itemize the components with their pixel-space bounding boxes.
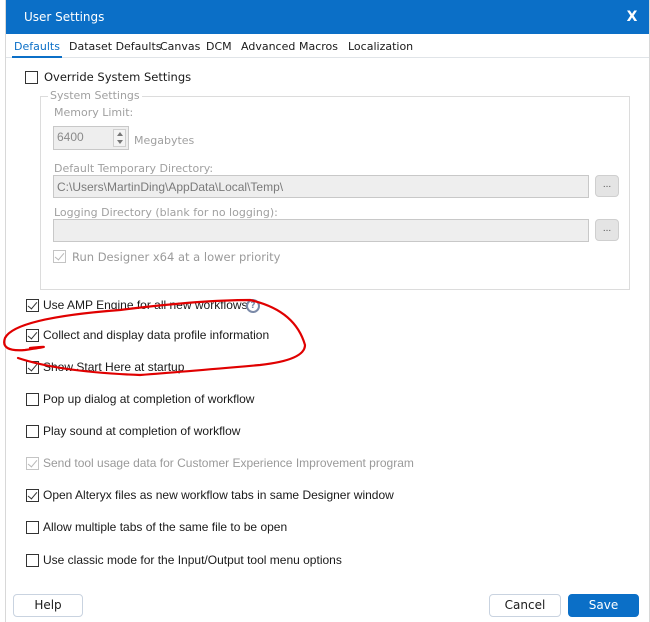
open-as-tabs-checkbox[interactable] — [26, 489, 39, 502]
tab-defaults[interactable]: Defaults — [12, 40, 62, 58]
memory-limit-spinner[interactable]: 6400 — [53, 126, 129, 150]
tab-macros[interactable]: Macros — [299, 40, 338, 53]
override-system-settings-checkbox[interactable] — [25, 71, 38, 84]
temp-dir-value: C:\Users\MartinDing\AppData\Local\Temp\ — [57, 180, 284, 194]
save-button[interactable]: Save — [568, 594, 639, 617]
temp-dir-label: Default Temporary Directory: — [54, 162, 214, 175]
logging-dir-label: Logging Directory (blank for no logging)… — [54, 206, 278, 219]
tab-dataset-defaults[interactable]: Dataset Defaults — [69, 40, 162, 53]
lower-priority-checkbox[interactable] — [53, 250, 66, 263]
classic-mode-checkbox[interactable] — [26, 554, 39, 567]
memory-limit-value: 6400 — [57, 130, 84, 144]
play-sound-checkbox[interactable] — [26, 425, 39, 438]
amp-engine-checkbox[interactable] — [26, 299, 39, 312]
spinner-buttons[interactable] — [113, 129, 126, 147]
popup-dialog-label: Pop up dialog at completion of workflow — [43, 392, 255, 406]
cancel-button[interactable]: Cancel — [489, 594, 561, 617]
data-profile-label: Collect and display data profile informa… — [43, 328, 270, 342]
help-question-icon[interactable]: ? — [246, 299, 260, 313]
tab-canvas[interactable]: Canvas — [160, 40, 200, 53]
open-as-tabs-label: Open Alteryx files as new workflow tabs … — [43, 488, 394, 502]
play-sound-label: Play sound at completion of workflow — [43, 424, 241, 438]
dialog-title: User Settings — [24, 10, 105, 24]
override-system-settings-label: Override System Settings — [44, 70, 192, 84]
multiple-tabs-checkbox[interactable] — [26, 521, 39, 534]
memory-unit-label: Megabytes — [134, 134, 195, 147]
popup-dialog-checkbox[interactable] — [26, 393, 39, 406]
tab-localization[interactable]: Localization — [348, 40, 413, 53]
lower-priority-label: Run Designer x64 at a lower priority — [72, 250, 281, 264]
classic-mode-label: Use classic mode for the Input/Output to… — [43, 553, 342, 567]
help-button[interactable]: Help — [13, 594, 83, 617]
tab-advanced[interactable]: Advanced — [241, 40, 295, 53]
show-start-here-label: Show Start Here at startup — [43, 360, 185, 374]
close-icon: X — [626, 9, 638, 25]
title-bar: User Settings X — [6, 0, 649, 34]
show-start-here-checkbox[interactable] — [26, 361, 39, 374]
memory-limit-label: Memory Limit: — [54, 106, 134, 119]
amp-engine-label: Use AMP Engine for all new workflows — [43, 298, 248, 312]
data-profile-checkbox[interactable] — [26, 329, 39, 342]
usage-data-checkbox[interactable] — [26, 457, 39, 470]
logging-dir-browse-button[interactable]: ... — [595, 219, 619, 241]
tab-bar: Defaults Dataset Defaults Canvas DCM Adv… — [6, 34, 649, 58]
system-settings-legend: System Settings — [48, 89, 142, 102]
temp-dir-browse-button[interactable]: ... — [595, 175, 619, 197]
temp-dir-input[interactable]: C:\Users\MartinDing\AppData\Local\Temp\ — [53, 175, 589, 198]
usage-data-label: Send tool usage data for Customer Experi… — [43, 456, 414, 470]
multiple-tabs-label: Allow multiple tabs of the same file to … — [43, 520, 288, 534]
spinner-up-icon[interactable] — [117, 132, 123, 136]
user-settings-dialog: User Settings X Defaults Dataset Default… — [5, 0, 650, 622]
tab-dcm[interactable]: DCM — [206, 40, 232, 53]
close-button[interactable]: X — [615, 0, 649, 34]
logging-dir-input[interactable] — [53, 219, 589, 242]
spinner-down-icon[interactable] — [117, 140, 123, 144]
